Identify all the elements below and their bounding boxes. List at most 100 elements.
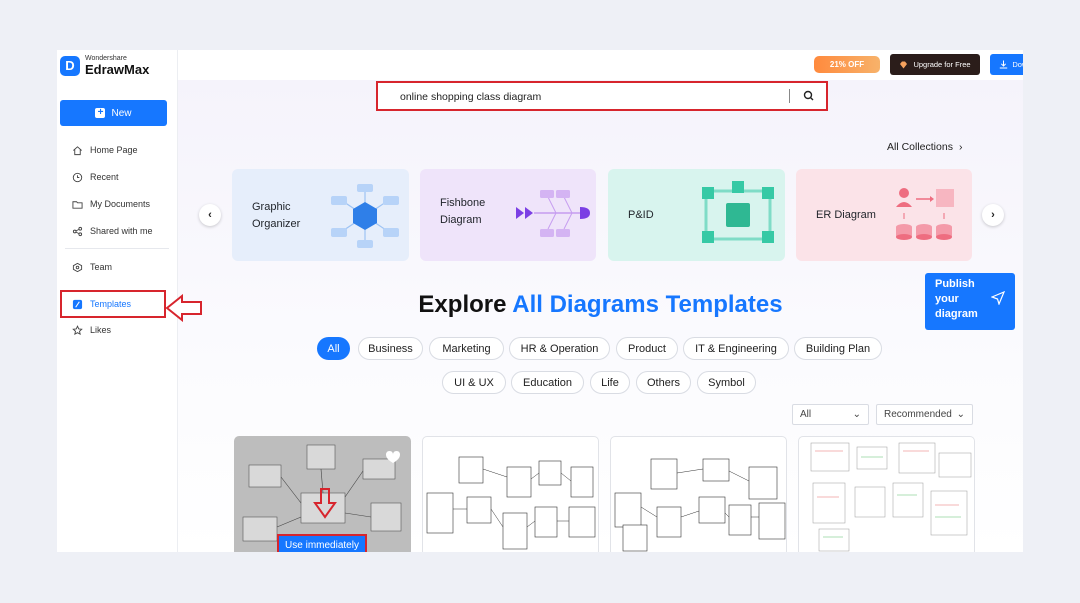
chip-label: Product — [628, 342, 666, 355]
category-chip-business[interactable]: Business — [358, 337, 423, 360]
sidebar-item-label: Home Page — [90, 145, 138, 155]
publish-diagram-button[interactable]: Publish your diagram — [925, 273, 1015, 330]
chip-label: All — [327, 342, 340, 355]
search-separator — [789, 89, 790, 103]
category-chip-all[interactable]: All — [317, 337, 350, 360]
graphic-organizer-illustration — [331, 184, 399, 248]
sidebar-item-label: Team — [90, 262, 113, 272]
template-card-1[interactable]: Use immediately — [234, 436, 411, 552]
download-button[interactable]: Download — [990, 54, 1023, 75]
chevron-right-icon: › — [991, 209, 995, 221]
sidebar-item-my-documents[interactable]: My Documents — [72, 195, 150, 213]
new-button-label: New — [111, 107, 132, 119]
annotation-arrow-templates — [165, 294, 202, 322]
sidebar-item-home[interactable]: Home Page — [72, 141, 138, 159]
chip-label: Others — [646, 376, 680, 389]
carousel-prev-button[interactable]: ‹ — [199, 204, 221, 226]
search-box[interactable]: online shopping class diagram — [376, 81, 828, 111]
top-bar: 21% OFF Upgrade for Free Download s — [178, 50, 1023, 80]
templates-highlight-box — [60, 290, 166, 318]
card-label-line2: Diagram — [440, 214, 482, 226]
team-icon — [72, 262, 83, 272]
card-label-line2: Organizer — [252, 218, 301, 230]
sidebar: D Wondershare EdrawMax + New Home Page R… — [57, 50, 178, 552]
template-card-3[interactable] — [610, 436, 787, 552]
category-chip-ui-ux[interactable]: UI & UX — [442, 371, 506, 394]
category-chip-product[interactable]: Product — [616, 337, 678, 360]
edrawmax-logo-icon: D — [60, 55, 80, 76]
fishbone-illustration — [516, 190, 590, 237]
collection-card-fishbone[interactable]: Fishbone Diagram — [420, 169, 596, 261]
download-icon — [1000, 60, 1008, 69]
card-label: Fishbone Diagram — [440, 195, 485, 229]
promo-badge[interactable]: 21% OFF — [814, 56, 880, 73]
chevron-down-icon: ⌄ — [956, 409, 965, 420]
heading-part1: Explore — [418, 291, 513, 318]
category-chip-marketing[interactable]: Marketing — [429, 337, 504, 360]
sidebar-item-recent[interactable]: Recent — [72, 168, 119, 186]
pid-illustration — [702, 181, 774, 243]
all-collections-link[interactable]: All Collections › — [887, 141, 962, 153]
card-label-line1: Fishbone — [440, 197, 486, 209]
send-icon — [991, 291, 1005, 305]
publish-line3: diagram — [935, 308, 978, 320]
category-chip-education[interactable]: Education — [511, 371, 584, 394]
category-chip-building-plan[interactable]: Building Plan — [794, 337, 882, 360]
clock-icon — [72, 172, 83, 182]
collection-card-er-diagram[interactable]: ER Diagram — [796, 169, 972, 261]
plus-icon: + — [95, 108, 106, 118]
template-thumbnail — [810, 442, 972, 552]
diamond-icon — [900, 61, 908, 68]
sort-select[interactable]: Recommended ⌄ — [876, 404, 973, 425]
chip-label: HR & Operation — [520, 342, 599, 355]
category-chip-symbol[interactable]: Symbol — [697, 371, 756, 394]
type-filter-select[interactable]: All ⌄ — [792, 404, 869, 425]
search-icon[interactable] — [802, 89, 816, 103]
sidebar-item-label: My Documents — [90, 199, 151, 209]
upgrade-button[interactable]: Upgrade for Free — [890, 54, 980, 75]
category-chip-life[interactable]: Life — [590, 371, 630, 394]
chip-label: Symbol — [708, 376, 745, 389]
main-content: online shopping class diagram All Collec… — [178, 80, 1023, 552]
chip-label: Education — [523, 376, 572, 389]
sidebar-item-team[interactable]: Team — [72, 258, 112, 276]
template-thumbnail — [426, 456, 596, 550]
download-label: Download — [1012, 60, 1023, 69]
sidebar-item-label: Shared with me — [90, 226, 153, 236]
card-label: P&ID — [628, 207, 654, 224]
card-label: ER Diagram — [816, 207, 876, 224]
use-immediately-button[interactable]: Use immediately — [277, 534, 367, 552]
template-card-2[interactable] — [422, 436, 599, 552]
upgrade-label: Upgrade for Free — [913, 60, 971, 69]
app-logo[interactable]: D Wondershare EdrawMax — [60, 55, 149, 76]
card-label: Graphic Organizer — [252, 199, 300, 233]
sidebar-item-label: Likes — [90, 325, 112, 335]
folder-icon — [72, 200, 83, 209]
carousel-next-button[interactable]: › — [982, 204, 1004, 226]
chip-label: Marketing — [442, 342, 491, 355]
er-diagram-illustration — [896, 188, 954, 240]
page-heading: Explore All Diagrams Templates — [178, 291, 1023, 319]
publish-line1: Publish — [935, 278, 975, 290]
sort-value: Recommended — [884, 409, 952, 420]
category-chip-hr-operation[interactable]: HR & Operation — [509, 337, 610, 360]
heading-accent: All Diagrams Templates — [512, 291, 783, 318]
sidebar-divider — [65, 248, 169, 249]
sidebar-item-shared[interactable]: Shared with me — [72, 222, 153, 240]
all-collections-label: All Collections — [887, 141, 953, 153]
category-chip-others[interactable]: Others — [636, 371, 691, 394]
template-card-4[interactable] — [798, 436, 975, 552]
collection-card-pid[interactable]: P&ID — [608, 169, 785, 261]
chip-label: Building Plan — [805, 342, 871, 355]
new-button[interactable]: + New — [60, 100, 167, 126]
chip-label: UI & UX — [454, 376, 494, 389]
sidebar-item-likes[interactable]: Likes — [72, 321, 111, 339]
category-chip-it-engineering[interactable]: IT & Engineering — [683, 337, 789, 360]
chevron-down-icon: ⌄ — [852, 409, 861, 420]
search-input[interactable]: online shopping class diagram — [400, 91, 541, 103]
use-label: Use immediately — [285, 540, 359, 551]
collection-card-graphic-organizer[interactable]: Graphic Organizer — [232, 169, 409, 261]
brand-sub: Wondershare — [85, 55, 127, 62]
chip-label: Business — [368, 342, 413, 355]
card-label-line1: ER Diagram — [816, 209, 876, 221]
